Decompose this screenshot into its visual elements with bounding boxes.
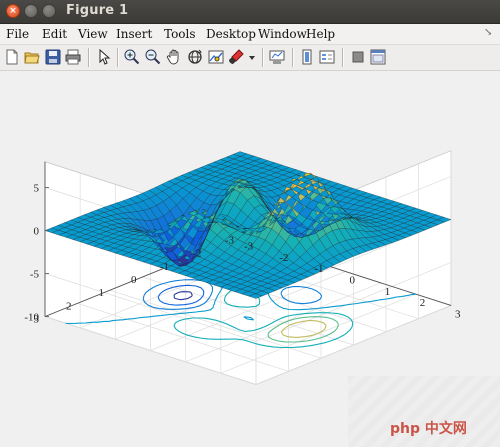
menu-tools[interactable]: Tools xyxy=(164,27,196,41)
open-file-icon[interactable] xyxy=(23,48,41,66)
menu-edit[interactable]: Edit xyxy=(42,27,67,41)
window-titlebar[interactable]: × Figure 1 xyxy=(0,0,500,24)
data-cursor-icon[interactable] xyxy=(207,48,225,66)
window-title: Figure 1 xyxy=(66,3,129,18)
menu-insert[interactable]: Insert xyxy=(116,27,152,41)
pan-hand-icon[interactable] xyxy=(165,48,183,66)
menu-bar: File Edit View Insert Tools Desktop Wind… xyxy=(0,24,500,45)
hide-plot-tools-icon[interactable] xyxy=(349,48,367,66)
menu-help[interactable]: Help xyxy=(306,27,335,41)
menu-window[interactable]: Window xyxy=(258,27,307,41)
y-tick-label: 1 xyxy=(385,286,391,298)
brush-dropdown-icon[interactable] xyxy=(247,48,257,66)
show-plot-tools-icon[interactable] xyxy=(369,48,387,66)
brush-icon[interactable] xyxy=(227,48,245,66)
x-tick-label: 3 xyxy=(34,314,40,326)
y-tick-label: -3 xyxy=(244,241,254,253)
y-tick-label: 0 xyxy=(350,275,356,287)
menu-desktop[interactable]: Desktop xyxy=(206,27,256,41)
insert-colorbar-icon[interactable] xyxy=(298,48,316,66)
link-plot-icon[interactable] xyxy=(268,48,286,66)
x-tick-label: 0 xyxy=(131,274,137,286)
toolbar-separator xyxy=(88,48,89,67)
window-close-button[interactable]: × xyxy=(6,4,20,18)
toolbar-separator xyxy=(292,48,293,67)
zoom-out-icon[interactable] xyxy=(144,48,162,66)
figure-toolbar xyxy=(0,45,500,71)
window-minimize-button[interactable] xyxy=(24,4,38,18)
menu-file[interactable]: File xyxy=(6,27,29,41)
save-icon[interactable] xyxy=(44,48,62,66)
x-tick-label: -2 xyxy=(192,248,201,260)
print-icon[interactable] xyxy=(64,48,82,66)
select-arrow-icon[interactable] xyxy=(95,48,113,66)
y-tick-label: -1 xyxy=(314,263,323,275)
toolbar-separator xyxy=(342,48,343,67)
close-icon: × xyxy=(9,6,17,16)
x-tick-label: -3 xyxy=(225,235,235,247)
x-tick-label: 1 xyxy=(99,287,105,299)
x-tick-label: 2 xyxy=(66,300,72,312)
window-maximize-button[interactable] xyxy=(42,4,56,18)
toolbar-separator xyxy=(262,48,263,67)
menu-view[interactable]: View xyxy=(78,27,108,41)
insert-legend-icon[interactable] xyxy=(318,48,336,66)
y-tick-label: -2 xyxy=(279,252,288,264)
z-tick-label: 0 xyxy=(34,226,40,238)
y-tick-label: 2 xyxy=(420,297,426,309)
new-figure-icon[interactable] xyxy=(3,48,21,66)
z-tick-label: 5 xyxy=(34,183,40,195)
watermark-logo: php 中文网 xyxy=(390,421,467,437)
rotate-3d-icon[interactable] xyxy=(186,48,204,66)
menu-overflow-icon[interactable]: ↘ xyxy=(484,27,492,38)
z-tick-label: -5 xyxy=(30,269,40,281)
x-tick-label: -1 xyxy=(160,261,169,273)
y-tick-label: 3 xyxy=(455,309,461,321)
zoom-in-icon[interactable] xyxy=(123,48,141,66)
toolbar-separator xyxy=(117,48,118,67)
